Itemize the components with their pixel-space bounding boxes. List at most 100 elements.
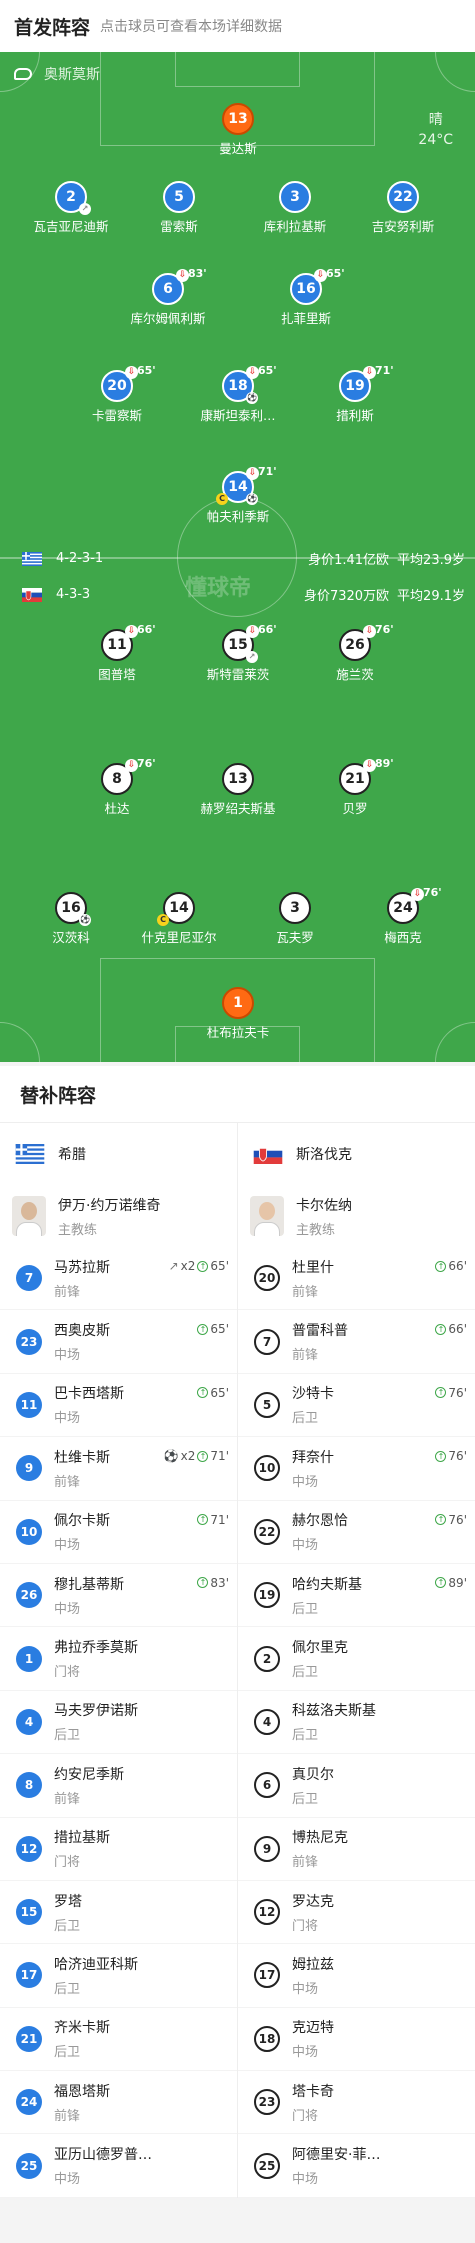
- player-events: ↑ 66': [435, 1322, 467, 1336]
- sub-player-row[interactable]: 5 沙特卡 后卫 ↑ 76': [238, 1374, 475, 1438]
- sub-player-row[interactable]: 9 博热尼克 前锋: [238, 1818, 475, 1881]
- sub-player-row[interactable]: 4 科兹洛夫斯基 后卫: [238, 1691, 475, 1755]
- home-player[interactable]: 22 吉安努利斯: [343, 181, 463, 235]
- away-coach[interactable]: 卡尔佐纳 主教练: [238, 1185, 475, 1247]
- home-player[interactable]: 13 曼达斯: [178, 103, 298, 157]
- home-team-row: 希腊: [0, 1123, 237, 1185]
- player-position: 后卫: [54, 1981, 81, 1997]
- sub-player-row[interactable]: 1 弗拉乔季莫斯 门将: [0, 1627, 237, 1691]
- home-player[interactable]: 19 ⇩ 71' 措利斯: [295, 364, 415, 424]
- player-position: 前锋: [54, 1474, 81, 1490]
- player-number: 6: [163, 281, 173, 297]
- player-name: 杜布拉夫卡: [206, 1025, 270, 1040]
- player-number: 3: [290, 189, 300, 205]
- home-player[interactable]: 2 ↗ 瓦吉亚尼迪斯: [11, 181, 131, 235]
- sub-player-row[interactable]: 11 巴卡西塔斯 中场 ↑ 65': [0, 1374, 237, 1438]
- player-number-badge: 22: [254, 1518, 280, 1545]
- sub-player-row[interactable]: 23 西奥皮斯 中场 ↑ 65': [0, 1310, 237, 1374]
- home-formation: 4-2-3-1: [56, 551, 104, 566]
- away-player[interactable]: 15 ⇩ 66' ↗ 斯特雷莱茨: [178, 623, 298, 683]
- player-number-badge: 6 ⇩ 83': [152, 267, 207, 305]
- away-player[interactable]: 3 瓦夫罗: [235, 892, 355, 946]
- home-player[interactable]: 5 雷索斯: [119, 181, 239, 235]
- sub-player-row[interactable]: 19 哈约夫斯基 后卫 ↑ 89': [238, 1564, 475, 1628]
- player-position: 中场: [292, 2172, 319, 2188]
- sub-player-row[interactable]: 7 普雷科普 前锋 ↑ 66': [238, 1310, 475, 1374]
- sub-in-icon: ↑: [197, 1577, 209, 1589]
- sub-player-row[interactable]: 9 杜维卡斯 前锋 ⚽ x2 ↑ 71': [0, 1437, 237, 1501]
- sub-in-icon: ↑: [435, 1514, 447, 1526]
- player-name: 杜里什: [292, 1259, 334, 1276]
- coach-role: 主教练: [296, 1222, 336, 1238]
- player-number: 1: [233, 995, 243, 1011]
- home-coach[interactable]: 伊万·约万诺维奇 主教练: [0, 1185, 237, 1247]
- sub-player-row[interactable]: 2 佩尔里克 后卫: [238, 1627, 475, 1691]
- away-team-summary: 4-3-3 身价7320万欧 平均29.1岁: [22, 585, 465, 604]
- sub-in-minute: 66': [448, 1259, 467, 1273]
- home-player[interactable]: 16 ⇩ 65' 扎菲里斯: [246, 267, 366, 327]
- sub-player-row[interactable]: 12 罗达克 门将: [238, 1881, 475, 1945]
- player-number: 15: [228, 637, 248, 653]
- goal-ball-icon: ⚽: [246, 392, 258, 404]
- sub-player-row[interactable]: 7 马苏拉斯 前锋 ↗ x2 ↑ 65': [0, 1247, 237, 1311]
- sub-player-row[interactable]: 8 约安尼季斯 前锋: [0, 1754, 237, 1818]
- player-number-badge: 7: [16, 1265, 42, 1292]
- substitution-minute: 83': [188, 267, 207, 280]
- sub-player-row[interactable]: 18 克迈特 中场: [238, 2008, 475, 2072]
- coach-name: 伊万·约万诺维奇: [58, 1197, 161, 1214]
- home-player[interactable]: 20 ⇩ 65' 卡雷察斯: [57, 364, 177, 424]
- sub-player-row[interactable]: 20 杜里什 前锋 ↑ 66': [238, 1247, 475, 1311]
- player-info: 罗达克 门将: [292, 1891, 475, 1934]
- player-position: 中场: [54, 2172, 81, 2188]
- home-player[interactable]: 6 ⇩ 83' 库尔姆佩利斯: [108, 267, 228, 327]
- sub-player-row[interactable]: 21 齐米卡斯 后卫: [0, 2008, 237, 2072]
- home-player[interactable]: 18 ⇩ 65' ⚽ 康斯坦泰利…: [178, 364, 298, 424]
- home-player[interactable]: 3 库利拉基斯: [235, 181, 355, 235]
- event-count: x2: [180, 1449, 196, 1464]
- sub-player-row[interactable]: 25 亚历山德罗普… 中场: [0, 2134, 237, 2198]
- away-player[interactable]: 16 ⚽ 汉茨科: [11, 892, 131, 946]
- player-number: 2: [66, 189, 76, 205]
- player-name: 雷索斯: [160, 219, 198, 234]
- sub-player-row[interactable]: 26 穆扎基蒂斯 中场 ↑ 83': [0, 1564, 237, 1628]
- home-player[interactable]: 14 ⇩ 71' C ⚽ 帕夫利季斯: [178, 465, 298, 525]
- player-name: 斯特雷莱茨: [206, 667, 270, 682]
- player-position: 前锋: [292, 1855, 319, 1871]
- player-number: 24: [393, 900, 413, 916]
- away-player[interactable]: 13 赫罗绍夫斯基: [178, 763, 298, 817]
- sub-player-row[interactable]: 22 赫尔恩恰 中场 ↑ 76': [238, 1501, 475, 1564]
- sub-player-row[interactable]: 25 阿德里安·菲… 中场: [238, 2134, 475, 2198]
- player-number-badge: 16 ⚽: [55, 892, 91, 926]
- sub-in-minute: 83': [210, 1575, 229, 1590]
- away-player[interactable]: 26 ⇩ 76' 施兰茨: [295, 623, 415, 683]
- avatar: [12, 1196, 46, 1236]
- sub-player-row[interactable]: 15 罗塔 后卫: [0, 1881, 237, 1945]
- sub-in-icon: ↑: [435, 1577, 447, 1589]
- sub-player-row[interactable]: 24 福恩塔斯 前锋: [0, 2071, 237, 2135]
- player-number-badge: 14 C: [157, 892, 195, 926]
- sub-in-icon: ↑: [197, 1260, 209, 1272]
- sub-player-row[interactable]: 23 塔卡奇 门将: [238, 2071, 475, 2135]
- away-player[interactable]: 14 C 什克里尼亚尔: [119, 892, 239, 946]
- substitution-minute: 76': [137, 757, 156, 770]
- subs-title: 替补阵容: [0, 1066, 475, 1122]
- sub-player-row[interactable]: 4 马夫罗伊诺斯 后卫: [0, 1691, 237, 1755]
- sub-player-row[interactable]: 10 佩尔卡斯 中场 ↑ 71': [0, 1501, 237, 1564]
- player-number-badge: 2: [254, 1645, 280, 1672]
- player-name: 哈约夫斯基: [292, 1576, 362, 1593]
- sub-in-icon: ↑: [197, 1323, 209, 1335]
- away-player[interactable]: 1 杜布拉夫卡: [178, 987, 298, 1041]
- sub-player-row[interactable]: 6 真贝尔 后卫: [238, 1754, 475, 1818]
- subs-section: 希腊 伊万·约万诺维奇 主教练 7 马苏拉斯 前锋 ↗ x2 ↑ 65' 23 西奥皮斯 中场 ↑ 6…: [0, 1122, 475, 2198]
- player-info: 博热尼克 前锋: [292, 1827, 475, 1870]
- away-player[interactable]: 24 ⇩ 76' 梅西克: [343, 886, 463, 946]
- sub-player-row[interactable]: 10 拜奈什 中场 ↑ 76': [238, 1437, 475, 1501]
- player-number-badge: 12: [254, 1899, 280, 1926]
- away-player[interactable]: 11 ⇩ 66' 图普塔: [57, 623, 177, 683]
- away-player[interactable]: 8 ⇩ 76' 杜达: [57, 757, 177, 817]
- sub-in-icon: ↑: [435, 1260, 447, 1272]
- sub-player-row[interactable]: 12 措拉基斯 门将: [0, 1818, 237, 1881]
- away-player[interactable]: 21 ⇩ 89' 贝罗: [295, 757, 415, 817]
- sub-player-row[interactable]: 17 姆拉兹 中场: [238, 1944, 475, 2008]
- sub-player-row[interactable]: 17 哈济迪亚科斯 后卫: [0, 1944, 237, 2008]
